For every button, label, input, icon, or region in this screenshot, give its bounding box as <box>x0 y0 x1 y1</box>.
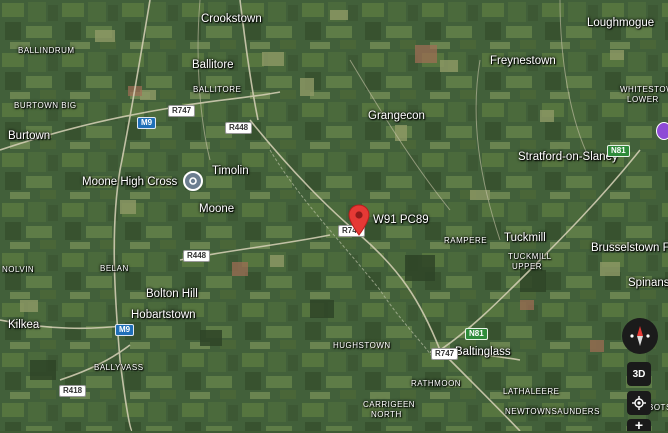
road-shield-n81: N81 <box>607 145 630 157</box>
road-shield-r418: R418 <box>59 385 87 397</box>
place-carrigeen-north-2: NORTH <box>371 410 402 419</box>
place-freynestown[interactable]: Freynestown <box>490 55 556 68</box>
place-hughstown: HUGHSTOWN <box>333 341 391 350</box>
place-rampere: RAMPERE <box>444 236 488 245</box>
place-newtownsaunders: NEWTOWNSAUNDERS <box>505 407 600 416</box>
place-tuckmill[interactable]: Tuckmill <box>504 232 546 245</box>
place-hobartstown[interactable]: Hobartstown <box>131 309 196 322</box>
map-pin-icon[interactable] <box>348 204 370 236</box>
place-tuckmill-upper-1: TUCKMILL <box>508 252 552 261</box>
place-ballitore[interactable]: Ballitore <box>192 59 234 72</box>
my-location-button[interactable] <box>627 391 651 415</box>
place-whitestown-lower-1: WHITESTOWN <box>620 85 668 94</box>
place-burtown[interactable]: Burtown <box>8 130 50 143</box>
place-ballindrum: BALLINDRUM <box>18 46 75 55</box>
road-shield-r747: R747 <box>168 105 196 117</box>
poi-moone-high-cross[interactable]: Moone High Cross <box>82 176 177 189</box>
place-whitestown-lower-2: LOWER <box>627 95 659 104</box>
place-grangecon[interactable]: Grangecon <box>368 110 425 123</box>
place-timolin[interactable]: Timolin <box>212 165 249 178</box>
place-lathaleere: LATHALEERE <box>503 387 560 396</box>
place-spinans[interactable]: Spinans <box>628 277 668 290</box>
road-shield-m9: M9 <box>137 117 157 129</box>
place-belan: BELAN <box>100 264 129 273</box>
place-stratford-on-slaney[interactable]: Stratford-on-Slaney <box>518 151 618 164</box>
road-shield-r448: R448 <box>225 122 253 134</box>
view-3d-button[interactable]: 3D <box>627 362 651 386</box>
place-ballyvass: BALLYVASS <box>94 363 144 372</box>
road-shield-r747-bottom: R747 <box>431 348 459 360</box>
place-nolvin: NOLVIN <box>2 265 35 274</box>
place-ballitore-townland: BALLITORE <box>193 85 242 94</box>
place-tuckmill-upper-2: UPPER <box>512 262 543 271</box>
place-kilkea[interactable]: Kilkea <box>8 319 39 332</box>
landmark-icon[interactable] <box>183 171 203 191</box>
pin-label[interactable]: W91 PC89 <box>373 214 429 227</box>
place-crookstown[interactable]: Crookstown <box>201 13 262 26</box>
road-shield-m9-bottom: M9 <box>115 324 135 336</box>
place-brusselstown[interactable]: Brusselstown F <box>591 242 668 255</box>
place-bots: BOTS <box>648 403 668 412</box>
place-bolton-hill[interactable]: Bolton Hill <box>146 288 198 301</box>
place-loughmogue[interactable]: Loughmogue <box>587 17 654 30</box>
compass-icon[interactable] <box>622 318 658 354</box>
place-baltinglass[interactable]: Baltinglass <box>455 346 511 359</box>
place-rathmoon: RATHMOON <box>411 379 462 388</box>
road-shield-n81-bottom: N81 <box>465 328 488 340</box>
place-carrigeen-north-1: CARRIGEEN <box>363 400 416 409</box>
place-burtown-big: BURTOWN BIG <box>14 101 77 110</box>
my-location-icon <box>632 396 646 410</box>
place-moone[interactable]: Moone <box>199 203 234 216</box>
place-marker-icon[interactable] <box>656 122 668 140</box>
zoom-in-button[interactable]: + <box>627 418 651 432</box>
road-shield-r448-mid: R448 <box>183 250 211 262</box>
